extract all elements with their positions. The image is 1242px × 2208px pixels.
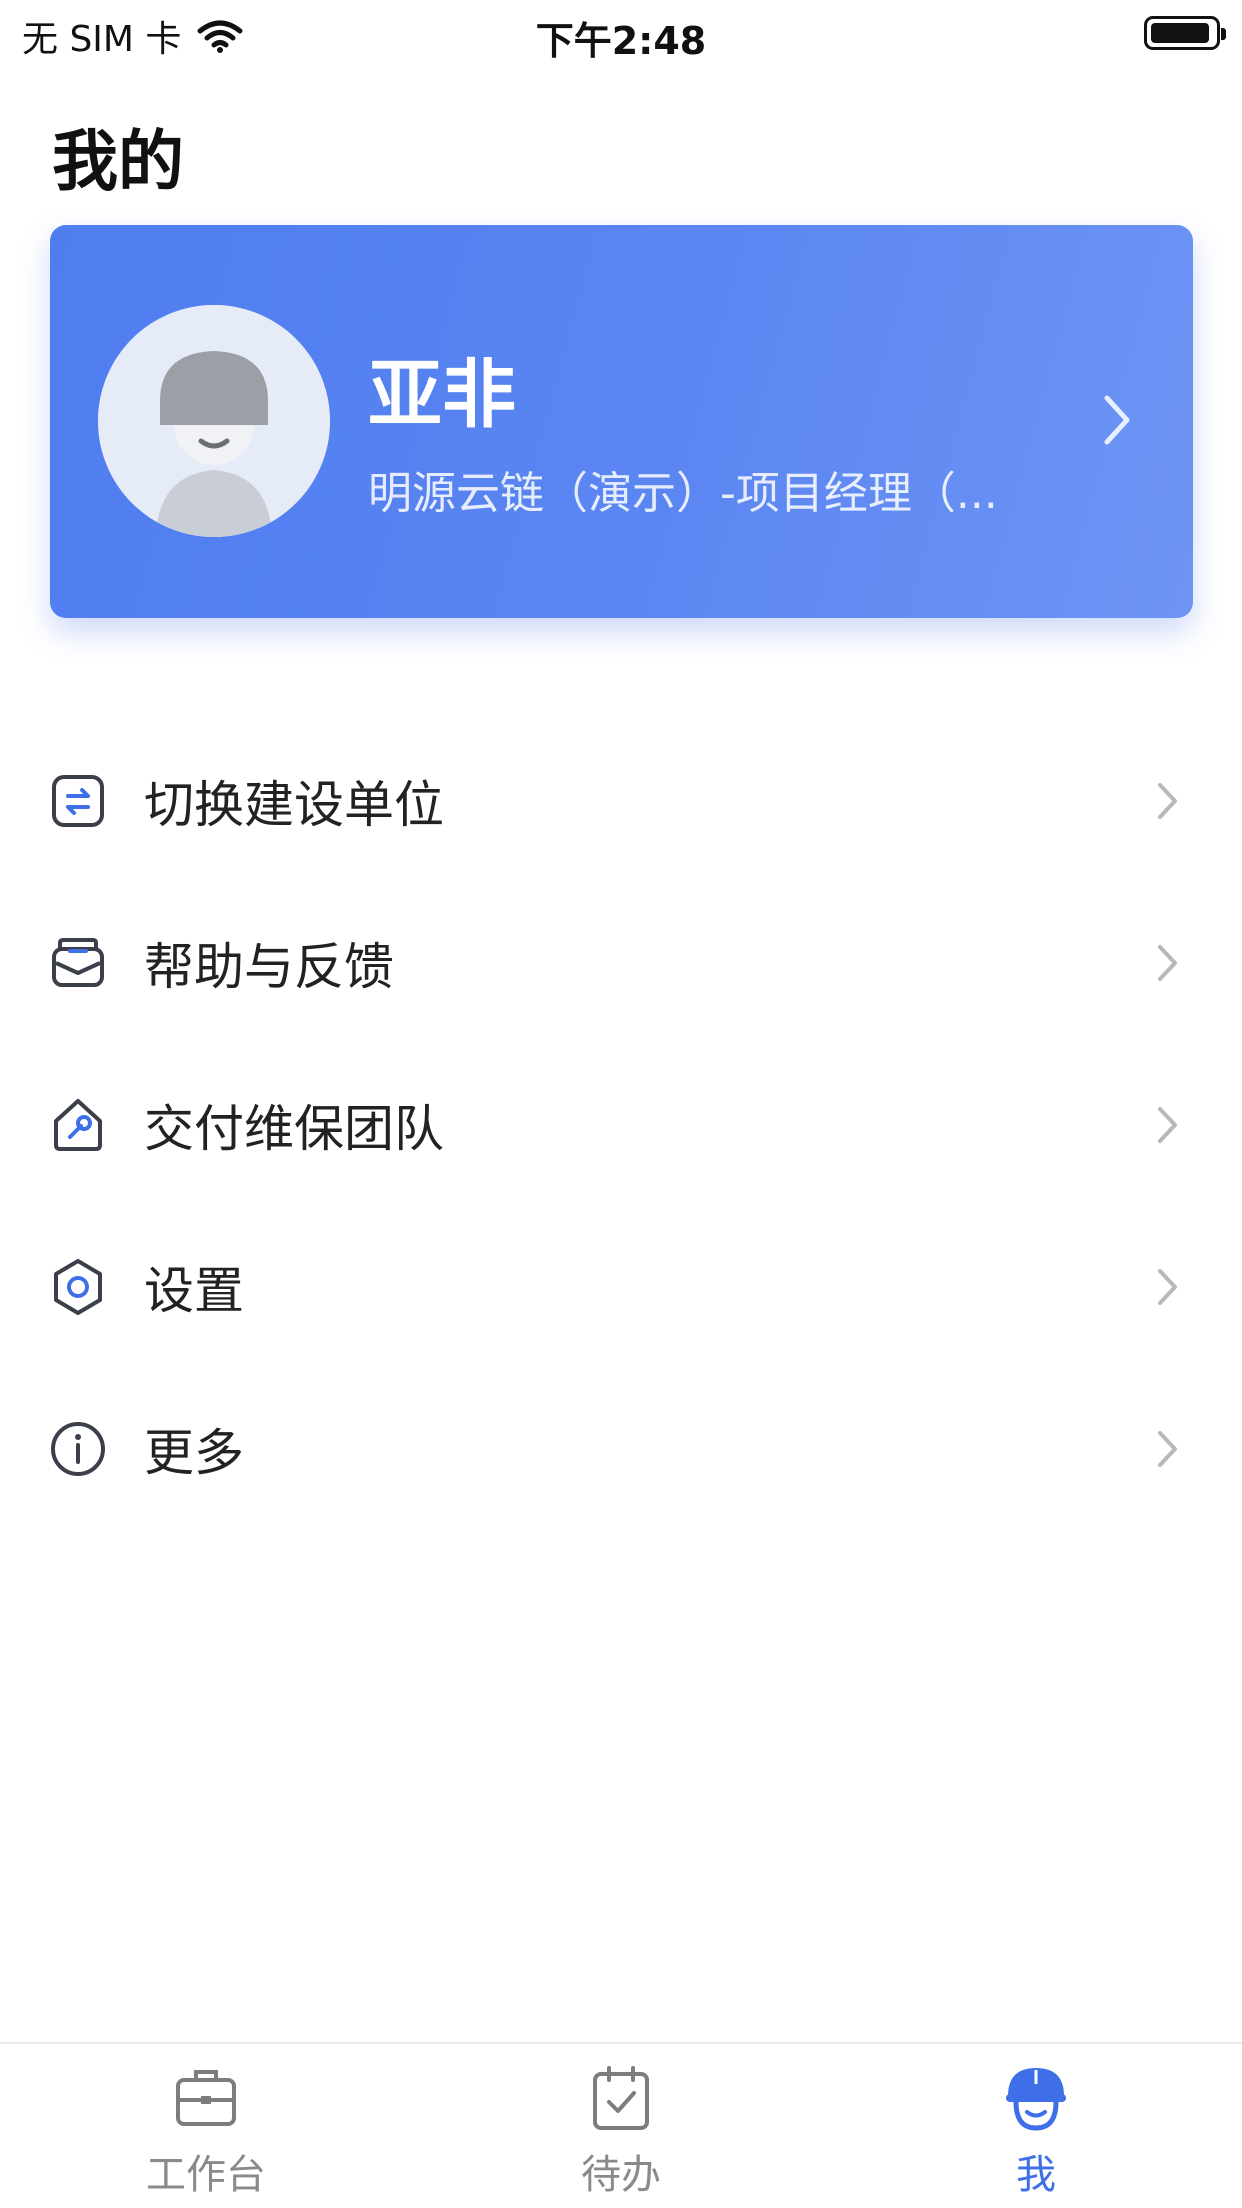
maintenance-icon — [54, 1099, 102, 1151]
settings-icon — [54, 1259, 102, 1315]
status-time: 下午2:48 — [535, 19, 707, 63]
chevron-right-icon — [1158, 1269, 1177, 1305]
menu-item-label: 切换建设单位 — [144, 776, 444, 834]
menu-item-maintenance-team[interactable]: 交付维保团队 — [0, 1044, 1242, 1206]
helmet-user-icon — [1006, 2068, 1066, 2131]
menu-item-label: 交付维保团队 — [144, 1100, 444, 1158]
user-name: 亚非 — [368, 352, 516, 438]
user-org: 明源云链（演示）-项目经理（... — [368, 468, 998, 519]
status-bar: 无 SIM 卡 下午2:48 — [0, 0, 1242, 66]
tab-label: 我 — [1016, 2152, 1056, 2198]
tab-bar: 工作台 待办 我 — [0, 2042, 1242, 2208]
tab-todo[interactable]: 待办 — [491, 2062, 751, 2200]
feedback-icon — [52, 938, 104, 987]
menu-item-label: 更多 — [144, 1424, 244, 1482]
profile-card[interactable]: 亚非 明源云链（演示）-项目经理（... — [50, 225, 1193, 618]
menu-item-help-feedback[interactable]: 帮助与反馈 — [0, 882, 1242, 1044]
menu-list: 切换建设单位 帮助与反馈 交付维保团队 设置 更多 — [0, 720, 1242, 1530]
chevron-right-icon — [1158, 1431, 1177, 1467]
default-avatar-icon — [98, 305, 330, 537]
info-icon — [51, 1422, 105, 1476]
switch-icon — [52, 775, 104, 827]
avatar — [98, 305, 330, 537]
menu-item-more[interactable]: 更多 — [0, 1368, 1242, 1530]
tab-label: 工作台 — [146, 2152, 266, 2198]
tab-me[interactable]: 我 — [906, 2062, 1166, 2200]
chevron-right-icon — [1158, 783, 1177, 819]
tab-workbench[interactable]: 工作台 — [76, 2062, 336, 2200]
menu-item-switch-unit[interactable]: 切换建设单位 — [0, 720, 1242, 882]
page-title: 我的 — [52, 123, 184, 200]
menu-item-label: 帮助与反馈 — [144, 938, 394, 996]
chevron-right-icon — [1158, 945, 1177, 981]
menu-item-settings[interactable]: 设置 — [0, 1206, 1242, 1368]
chevron-right-icon — [1158, 1107, 1177, 1143]
battery-icon — [1144, 16, 1226, 50]
profile-page: 无 SIM 卡 下午2:48 我的 亚非 明源云链（演示）-项目经理（... 切… — [0, 0, 1242, 2208]
calendar-check-icon — [593, 2066, 649, 2130]
menu-item-label: 设置 — [144, 1262, 244, 1320]
chevron-right-icon — [1104, 395, 1130, 445]
briefcase-icon — [176, 2070, 236, 2126]
tab-label: 待办 — [581, 2152, 661, 2198]
